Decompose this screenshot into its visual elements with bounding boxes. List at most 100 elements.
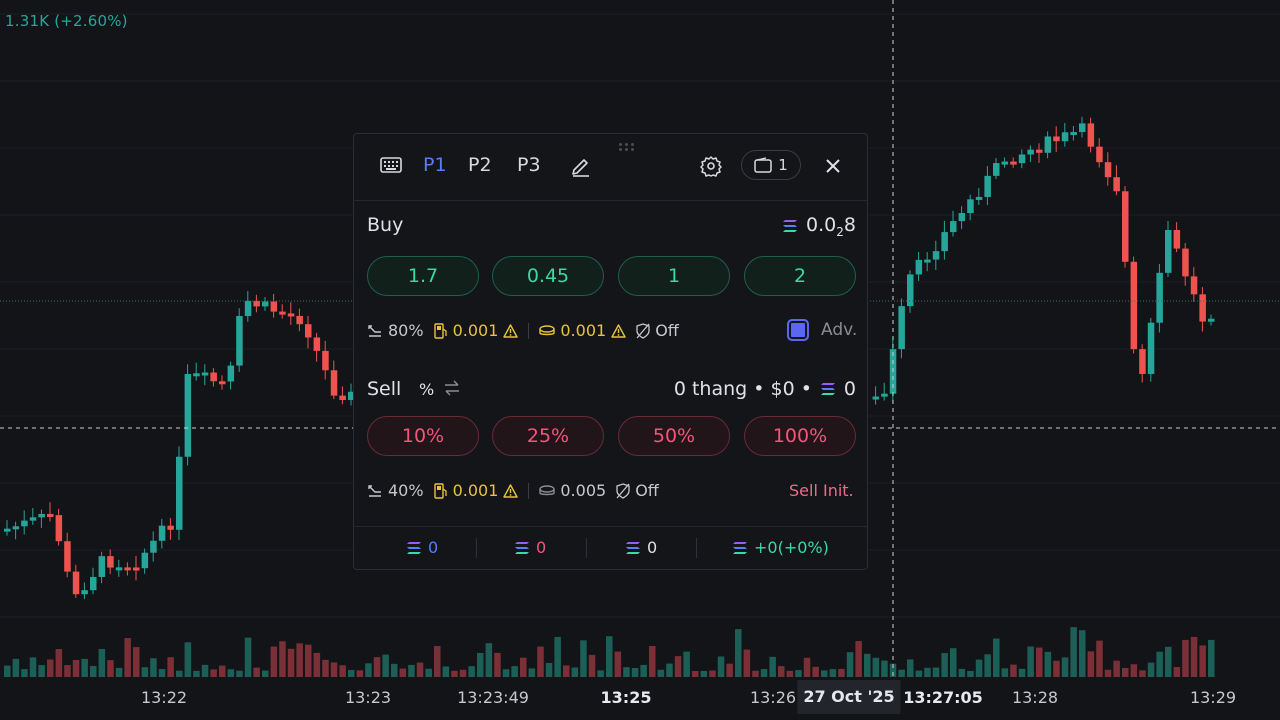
- candle-body: [1156, 272, 1163, 323]
- candle-body: [244, 300, 252, 317]
- time-label: 13:23:49: [457, 688, 529, 707]
- volume-bar: [1036, 647, 1043, 677]
- candle-body: [881, 393, 888, 397]
- candle-body: [950, 221, 957, 233]
- volume-bar: [674, 656, 682, 677]
- footer-sold: 0: [514, 538, 546, 557]
- volume-bar: [683, 651, 690, 677]
- volume-bar: [176, 670, 183, 677]
- volume-bar: [588, 654, 596, 677]
- buy-settings-row[interactable]: 80% 0.001 0.001 Off: [367, 321, 689, 340]
- volume-bar: [502, 669, 510, 677]
- volume-bar: [1096, 640, 1103, 677]
- buy-amount-button[interactable]: 0.45: [492, 256, 604, 296]
- balance-value-tail: 8: [843, 214, 856, 236]
- gas-icon: [433, 322, 448, 339]
- priority-fee-value: 0.001: [452, 481, 499, 500]
- sell-percent-mode[interactable]: %: [419, 380, 434, 399]
- sell-priority-fee[interactable]: 0.001: [433, 481, 519, 500]
- volume-bar: [1130, 664, 1138, 677]
- advanced-toggle[interactable]: Adv.: [787, 319, 857, 341]
- sell-percent-button[interactable]: 50%: [618, 416, 730, 456]
- candle-body: [313, 337, 321, 351]
- volume-bar: [356, 670, 364, 677]
- volume-bar: [717, 656, 725, 677]
- volume-bar: [193, 670, 200, 677]
- sell-percent-button[interactable]: 100%: [744, 416, 856, 456]
- volume-bar: [872, 657, 880, 677]
- keyboard-icon[interactable]: [380, 156, 402, 174]
- swap-icon[interactable]: [443, 380, 461, 396]
- candle-body: [924, 259, 931, 263]
- shield-off-icon: [616, 482, 630, 499]
- volume-bar: [511, 666, 518, 677]
- candle-body: [339, 395, 346, 401]
- buy-mev-protection[interactable]: Off: [636, 321, 679, 340]
- volume-bar: [950, 648, 957, 677]
- buy-bribe[interactable]: 0.001: [539, 321, 626, 340]
- volume-bar: [666, 663, 673, 677]
- sell-mev-protection[interactable]: Off: [616, 481, 659, 500]
- wallet-selector-button[interactable]: 1: [741, 150, 801, 180]
- volume-bar: [21, 669, 28, 677]
- sell-slippage[interactable]: 40%: [367, 481, 424, 500]
- volume-bar: [1027, 646, 1034, 677]
- pencil-icon[interactable]: [570, 155, 592, 177]
- candle-body: [47, 513, 54, 517]
- time-label: 13:22: [140, 688, 188, 707]
- candle-body: [141, 552, 149, 569]
- volume-bar: [81, 658, 88, 677]
- buy-amount-button[interactable]: 1: [618, 256, 730, 296]
- time-label: 13:29: [1189, 688, 1237, 707]
- volume-bar: [64, 665, 71, 677]
- volume-bar: [330, 662, 338, 677]
- volume-bar: [477, 652, 484, 677]
- volume-bar: [434, 646, 441, 677]
- tab-p3[interactable]: P3: [517, 154, 541, 176]
- time-label: 13:23: [344, 688, 392, 707]
- candle-body: [1096, 146, 1103, 163]
- sell-bribe[interactable]: 0.005: [539, 481, 606, 500]
- volume-bar: [305, 644, 312, 677]
- footer-value: 0: [647, 538, 658, 557]
- volume-bar: [1018, 668, 1026, 677]
- volume-bar: [1113, 660, 1120, 677]
- volume-bar: [90, 665, 97, 677]
- candle-body: [193, 373, 200, 377]
- volume-bar: [158, 669, 166, 677]
- advanced-checkbox[interactable]: [787, 319, 809, 341]
- candle-body: [1001, 161, 1009, 165]
- volume-bar: [1010, 664, 1017, 677]
- candle-body: [201, 372, 209, 376]
- candle-body: [1070, 132, 1077, 136]
- volume-bar: [348, 669, 355, 677]
- sell-init-button[interactable]: Sell Init.: [789, 481, 854, 500]
- sell-percent-button[interactable]: 10%: [367, 416, 479, 456]
- volume-bar: [115, 667, 123, 677]
- sell-settings-row[interactable]: 40% 0.001 0.005 Off: [367, 481, 669, 500]
- candle-body: [227, 365, 235, 382]
- buy-slippage[interactable]: 80%: [367, 321, 424, 340]
- volume-bar: [1173, 667, 1181, 677]
- volume-bar: [313, 652, 321, 677]
- time-label: 13:26: [749, 688, 797, 707]
- buy-amount-button[interactable]: 1.7: [367, 256, 479, 296]
- volume-bar: [726, 663, 733, 677]
- volume-bar: [167, 657, 174, 677]
- buy-amount-button[interactable]: 2: [744, 256, 856, 296]
- sell-percent-button[interactable]: 25%: [492, 416, 604, 456]
- volume-bar: [1070, 627, 1077, 677]
- volume-bar: [864, 653, 871, 677]
- slippage-value: 80%: [388, 321, 424, 340]
- buy-priority-fee[interactable]: 0.001: [433, 321, 519, 340]
- panel-footer: 0 0 0 +0(+0%): [354, 526, 867, 569]
- volume-bar: [227, 669, 235, 677]
- volume-bar: [1139, 670, 1146, 677]
- gear-icon[interactable]: [700, 155, 722, 177]
- tab-p1[interactable]: P1: [423, 154, 447, 176]
- close-icon[interactable]: [825, 158, 841, 174]
- volume-bar: [752, 670, 759, 677]
- candle-body: [55, 515, 63, 542]
- tab-p2[interactable]: P2: [468, 154, 492, 176]
- time-label: 13:28: [1011, 688, 1059, 707]
